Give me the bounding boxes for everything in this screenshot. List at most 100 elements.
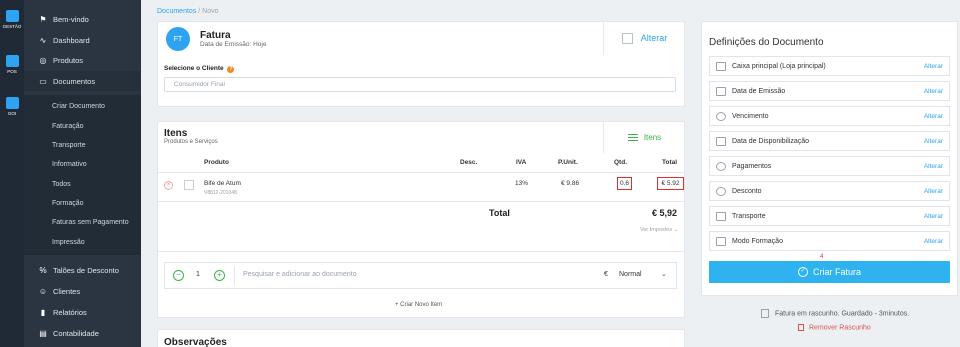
pulse-icon: ∿ xyxy=(39,35,47,45)
divider xyxy=(157,172,685,173)
alter-document-button[interactable]: Alterar xyxy=(603,21,685,55)
rail-label: POS xyxy=(7,69,17,74)
flag-icon: ⚑ xyxy=(39,14,47,24)
setting-row-desconto[interactable]: Desconto Alterar xyxy=(709,181,950,201)
setting-label: Data de Disponibilização xyxy=(732,137,810,145)
breadcrumb-separator: / xyxy=(198,8,201,15)
list-icon xyxy=(627,133,638,141)
document-title: Fatura xyxy=(200,30,231,41)
sidebar-subitem-impressao[interactable]: Impressão xyxy=(24,233,141,251)
chevron-down-icon[interactable]: ⌄ xyxy=(661,270,667,278)
sidebar-item-relatorios[interactable]: ▮ Relatórios xyxy=(24,302,141,322)
product-search-input[interactable]: Pesquisar e adicionar ao documento xyxy=(243,271,357,278)
price-mode-select[interactable]: Normal xyxy=(619,271,642,278)
alterar-link[interactable]: Alterar xyxy=(924,163,943,170)
sidebar-item-produtos[interactable]: ◎ Produtos xyxy=(24,50,141,70)
sidebar-subitem-criar-documento[interactable]: Criar Documento xyxy=(24,97,141,115)
col-header-total: Total xyxy=(662,159,678,166)
alterar-link[interactable]: Alterar xyxy=(924,113,943,120)
col-header-punit: P.Unit. xyxy=(558,159,578,166)
setting-row-data-disponibilizacao[interactable]: Data de Disponibilização Alterar xyxy=(709,131,950,151)
sidebar-item-taloes-desconto[interactable]: % Talões de Desconto xyxy=(24,260,141,280)
col-header-qtd: Qtd. xyxy=(614,159,627,166)
setting-row-data-emissao[interactable]: Data de Emissão Alterar xyxy=(709,81,950,101)
sidebar-item-bem-vindo[interactable]: ⚑ Bem-vindo xyxy=(24,9,141,29)
decrease-qty-button[interactable]: − xyxy=(173,270,184,281)
sidebar-subitem-transporte[interactable]: Transporte xyxy=(24,136,141,154)
setting-label: Desconto xyxy=(732,187,762,195)
setting-label: Pagamentos xyxy=(732,162,772,170)
alterar-link[interactable]: Alterar xyxy=(924,188,943,195)
grid-icon xyxy=(5,10,19,22)
rail-item-pos[interactable]: POS xyxy=(0,55,24,74)
create-item-button[interactable]: + Criar Novo Item xyxy=(395,302,442,308)
discount-icon xyxy=(716,186,726,196)
divider xyxy=(234,266,235,285)
setting-label: Caixa principal (Loja principal) xyxy=(732,62,826,70)
view-taxes-link[interactable]: Ver Impostos ⌄ xyxy=(640,227,678,233)
observations-card xyxy=(157,329,685,347)
sidebar-subitem-label: Formação xyxy=(52,199,84,207)
alterar-link[interactable]: Alterar xyxy=(924,88,943,95)
graduation-icon xyxy=(716,236,726,246)
remove-item-icon[interactable]: × xyxy=(164,181,173,190)
sidebar: ⚑ Bem-vindo ∿ Dashboard ◎ Produtos ▭ Doc… xyxy=(24,0,141,347)
sidebar-item-contabilidade[interactable]: ▤ Contabilidade xyxy=(24,323,141,343)
create-invoice-label: Criar Fatura xyxy=(812,267,861,277)
sidebar-item-clientes[interactable]: ☺ Clientes xyxy=(24,281,141,301)
alterar-link[interactable]: Alterar xyxy=(924,138,943,145)
rail-item-goi[interactable]: GOI xyxy=(0,97,24,116)
rail-item-gestao[interactable]: GESTÃO xyxy=(0,10,24,29)
sidebar-subitem-faturacao[interactable]: Faturação xyxy=(24,117,141,135)
remove-draft-label: Remover Rascunho xyxy=(808,324,871,332)
setting-row-pagamentos[interactable]: Pagamentos Alterar xyxy=(709,156,950,176)
total-label: Total xyxy=(489,208,510,218)
sidebar-subitem-informativo[interactable]: Informativo xyxy=(24,155,141,173)
edit-item-icon[interactable] xyxy=(184,180,194,190)
sidebar-subitem-faturas-sem-pagamento[interactable]: Faturas sem Pagamento xyxy=(24,213,141,231)
sidebar-item-label: Relatórios xyxy=(53,307,87,317)
clock-icon xyxy=(716,111,726,121)
step-marker: 4 xyxy=(820,254,824,260)
alterar-link[interactable]: Alterar xyxy=(924,213,943,220)
percent-icon: % xyxy=(39,265,47,275)
add-qty-value[interactable]: 1 xyxy=(196,271,200,278)
col-header-iva: IVA xyxy=(516,159,527,166)
breadcrumb-documentos[interactable]: Documentos xyxy=(157,8,196,15)
divider xyxy=(157,201,685,202)
sidebar-item-documentos[interactable]: ▭ Documentos xyxy=(24,71,141,91)
setting-row-caixa[interactable]: Caixa principal (Loja principal) Alterar xyxy=(709,56,950,76)
sidebar-subitem-label: Impressão xyxy=(52,238,85,246)
rail-label: GOI xyxy=(7,111,17,116)
remove-draft-link[interactable]: Remover Rascunho xyxy=(798,324,871,331)
sidebar-subitem-formacao[interactable]: Formação xyxy=(24,194,141,212)
item-quantity[interactable]: 0.6 xyxy=(617,177,632,190)
setting-row-modo-formacao[interactable]: Modo Formação Alterar xyxy=(709,231,950,251)
sidebar-item-label: Contabilidade xyxy=(53,328,99,338)
alterar-link[interactable]: Alterar xyxy=(924,238,943,245)
sidebar-item-label: Documentos xyxy=(53,76,96,86)
items-tab[interactable]: Itens xyxy=(603,121,685,153)
create-invoice-button[interactable]: ✓ Criar Fatura xyxy=(709,261,950,283)
setting-label: Modo Formação xyxy=(732,237,783,245)
sidebar-item-dashboard[interactable]: ∿ Dashboard xyxy=(24,30,141,50)
document-subtitle: Data de Emissão: Hoje xyxy=(200,41,267,48)
client-select[interactable]: Consumidor Final xyxy=(164,77,676,92)
setting-label: Vencimento xyxy=(732,112,769,120)
client-label-text: Selecione o Cliente xyxy=(164,65,224,72)
increase-qty-button[interactable]: + xyxy=(214,270,225,281)
client-select-value: Consumidor Final xyxy=(174,81,225,88)
calendar-icon xyxy=(716,86,726,96)
add-item-bar xyxy=(164,262,677,289)
sidebar-subitem-label: Faturação xyxy=(52,122,84,130)
total-value: € 5,92 xyxy=(652,208,678,218)
alterar-link[interactable]: Alterar xyxy=(924,63,943,70)
help-icon[interactable]: ? xyxy=(227,66,235,73)
col-header-produto: Produto xyxy=(204,159,229,166)
sidebar-item-label: Produtos xyxy=(53,55,84,65)
setting-row-transporte[interactable]: Transporte Alterar xyxy=(709,206,950,226)
breadcrumb-current: Novo xyxy=(202,8,219,15)
setting-row-vencimento[interactable]: Vencimento Alterar xyxy=(709,106,950,126)
divider xyxy=(157,251,685,252)
sidebar-subitem-todos[interactable]: Todos xyxy=(24,175,141,193)
